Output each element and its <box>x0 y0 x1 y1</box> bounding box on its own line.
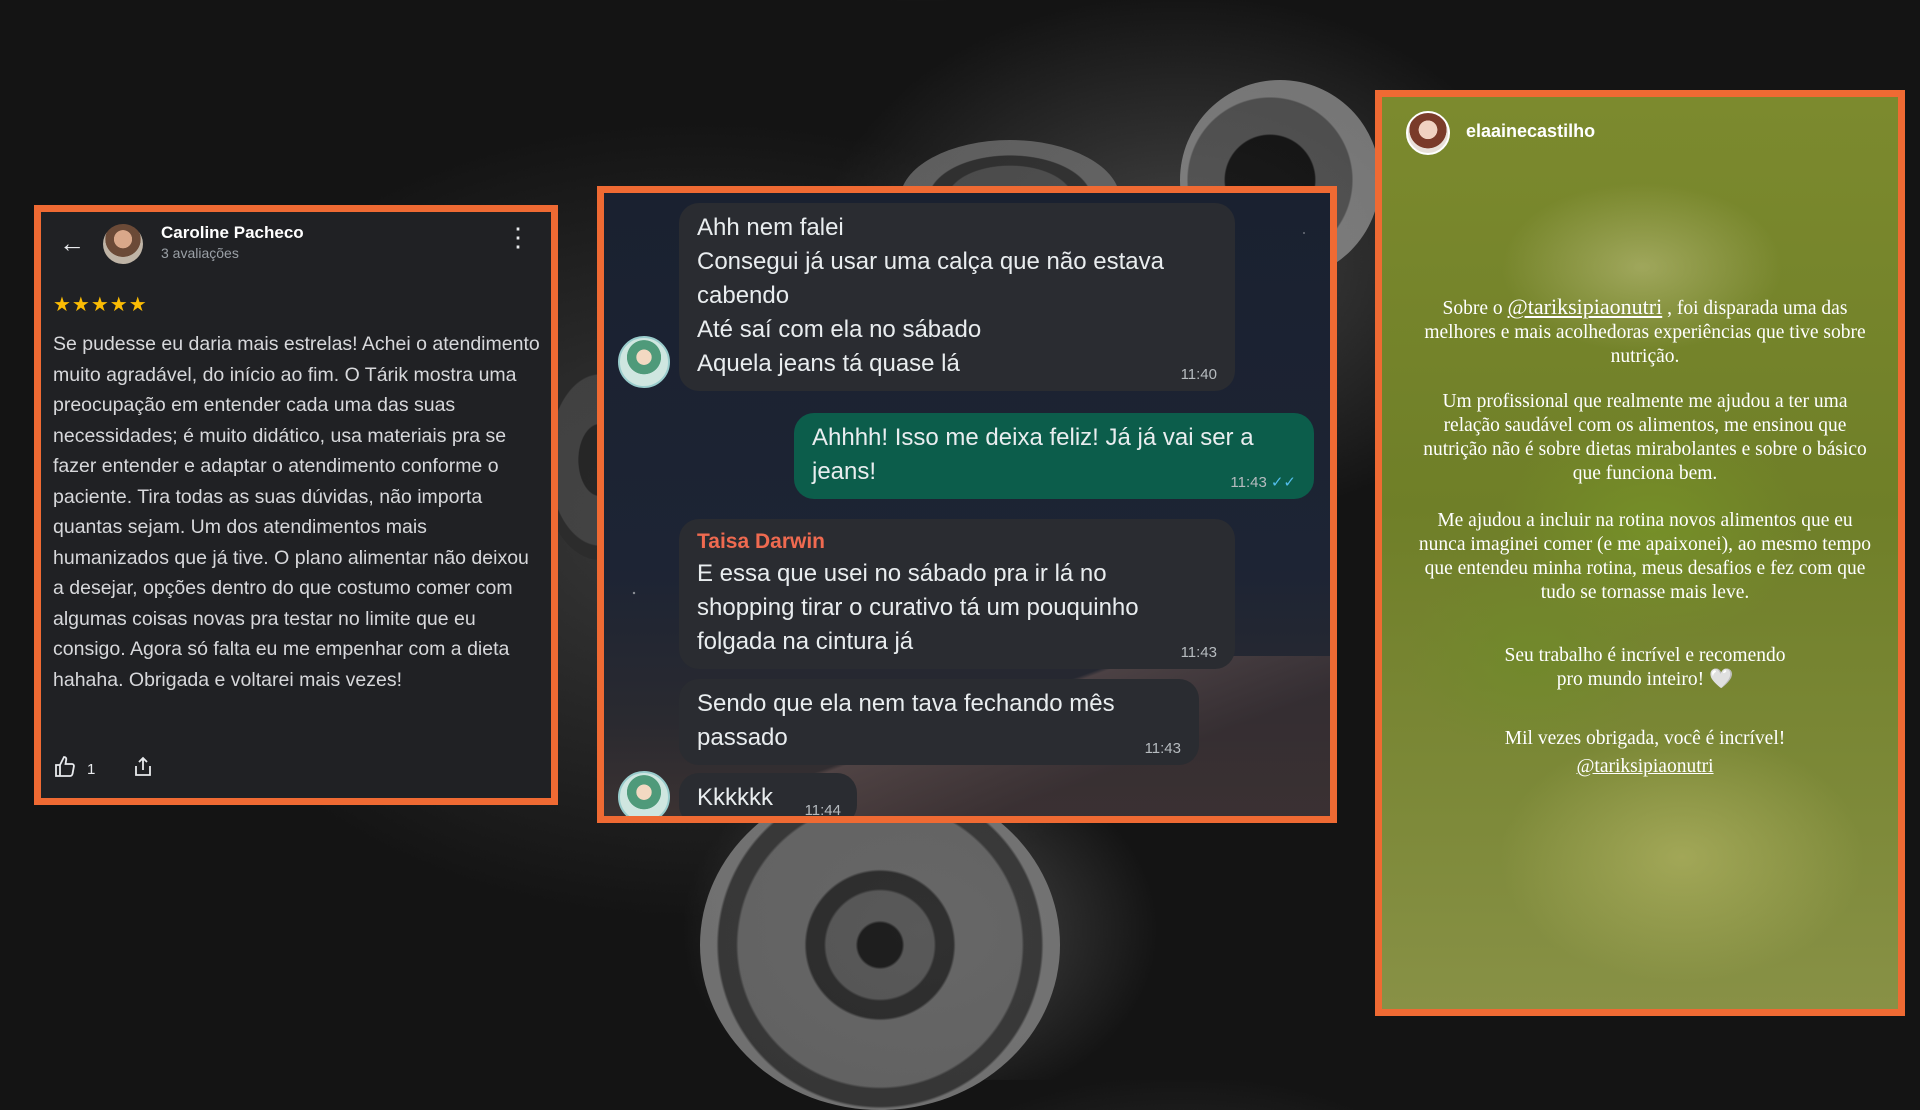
story-paragraph: Me ajudou a incluir na rotina novos alim… <box>1418 510 1872 603</box>
message-bubble-incoming[interactable]: Sendo que ela nem tava fechando mês pass… <box>679 679 1199 765</box>
google-review-card: ← Caroline Pacheco 3 avaliações ⋮ ★★★★★ … <box>34 205 558 805</box>
contact-avatar[interactable] <box>618 771 670 816</box>
message-line: Kkkkkk <box>697 784 774 811</box>
more-vertical-icon[interactable]: ⋮ <box>505 224 531 250</box>
message-line: Sendo que ela nem tava fechando mês <box>697 690 1115 717</box>
message-line: Consegui já usar uma calça que não estav… <box>697 248 1164 275</box>
message-time: 11:43 <box>1230 474 1267 491</box>
message-line: folgada na cintura já <box>697 628 914 655</box>
story-paragraph: Seu trabalho é incrível e recomendo pro … <box>1504 645 1786 690</box>
message-line: E essa que usei no sábado pra ir lá no <box>697 560 1107 587</box>
avatar[interactable] <box>103 224 143 264</box>
share-icon[interactable] <box>131 755 155 783</box>
message-time: 11:43 <box>1144 740 1181 757</box>
message-bubble-outgoing[interactable]: Ahhhh! Isso me deixa feliz! Já já vai se… <box>794 413 1314 499</box>
arrow-left-icon[interactable]: ← <box>59 228 85 259</box>
message-sender-name[interactable]: Taisa Darwin <box>697 527 1217 557</box>
avatar[interactable] <box>1406 111 1450 155</box>
message-line: jeans! <box>812 458 877 485</box>
story-paragraph: Um profissional que realmente me ajudou … <box>1423 391 1867 484</box>
review-actions: 1 <box>53 752 155 786</box>
message-time-with-status: 11:43 ✓✓ <box>1230 475 1296 491</box>
message-bubble-incoming[interactable]: Ahh nem falei Consegui já usar uma calça… <box>679 203 1235 391</box>
message-time: 11:44 <box>804 802 841 819</box>
review-text: Se pudesse eu daria mais estrelas! Achei… <box>53 333 540 691</box>
story-paragraph: Sobre o @tariksipiaonutri , foi disparad… <box>1412 295 1878 369</box>
weight-plate-image <box>700 780 1060 1110</box>
message-bubble-incoming[interactable]: Taisa Darwin E essa que usei no sábado p… <box>679 519 1235 669</box>
instagram-story-screenshot: elaainecastilho Sobre o @tariksipiaonutr… <box>1375 90 1905 1016</box>
message-line: Aquela jeans tá quase lá <box>697 350 960 377</box>
message-line: Até saí com ela no sábado <box>697 316 982 343</box>
story-username[interactable]: elaainecastilho <box>1466 121 1595 142</box>
message-line: cabendo <box>697 282 790 309</box>
message-time: 11:43 <box>1180 644 1217 661</box>
contact-avatar[interactable] <box>618 336 670 388</box>
message-bubble-incoming[interactable]: Kkkkkk 11:44 <box>679 773 857 819</box>
message-time: 11:40 <box>1180 366 1217 383</box>
reviewer-review-count: 3 avaliações <box>161 245 239 261</box>
review-header: ← Caroline Pacheco 3 avaliações ⋮ <box>41 212 551 272</box>
message-line: shopping tirar o curativo tá um pouquinh… <box>697 594 1139 621</box>
story-mention-link[interactable]: @tariksipiaonutri <box>1508 294 1663 319</box>
whatsapp-chat-screenshot: Ahh nem falei Consegui já usar uma calça… <box>597 186 1337 823</box>
star-rating: ★★★★★ <box>53 294 148 316</box>
message-line: passado <box>697 724 788 751</box>
message-line: Ahhhh! Isso me deixa feliz! Já já vai se… <box>812 424 1254 451</box>
story-text-segment: Sobre o <box>1442 298 1503 319</box>
reviewer-name[interactable]: Caroline Pacheco <box>161 223 304 243</box>
story-paragraph: Mil vezes obrigada, você é incrível! <box>1504 728 1786 749</box>
story-mention-link[interactable]: @tariksipiaonutri <box>1412 755 1878 779</box>
double-check-icon: ✓✓ <box>1270 474 1296 491</box>
like-count: 1 <box>87 760 96 778</box>
thumbs-up-icon[interactable] <box>53 755 77 783</box>
message-line: Ahh nem falei <box>697 214 844 241</box>
